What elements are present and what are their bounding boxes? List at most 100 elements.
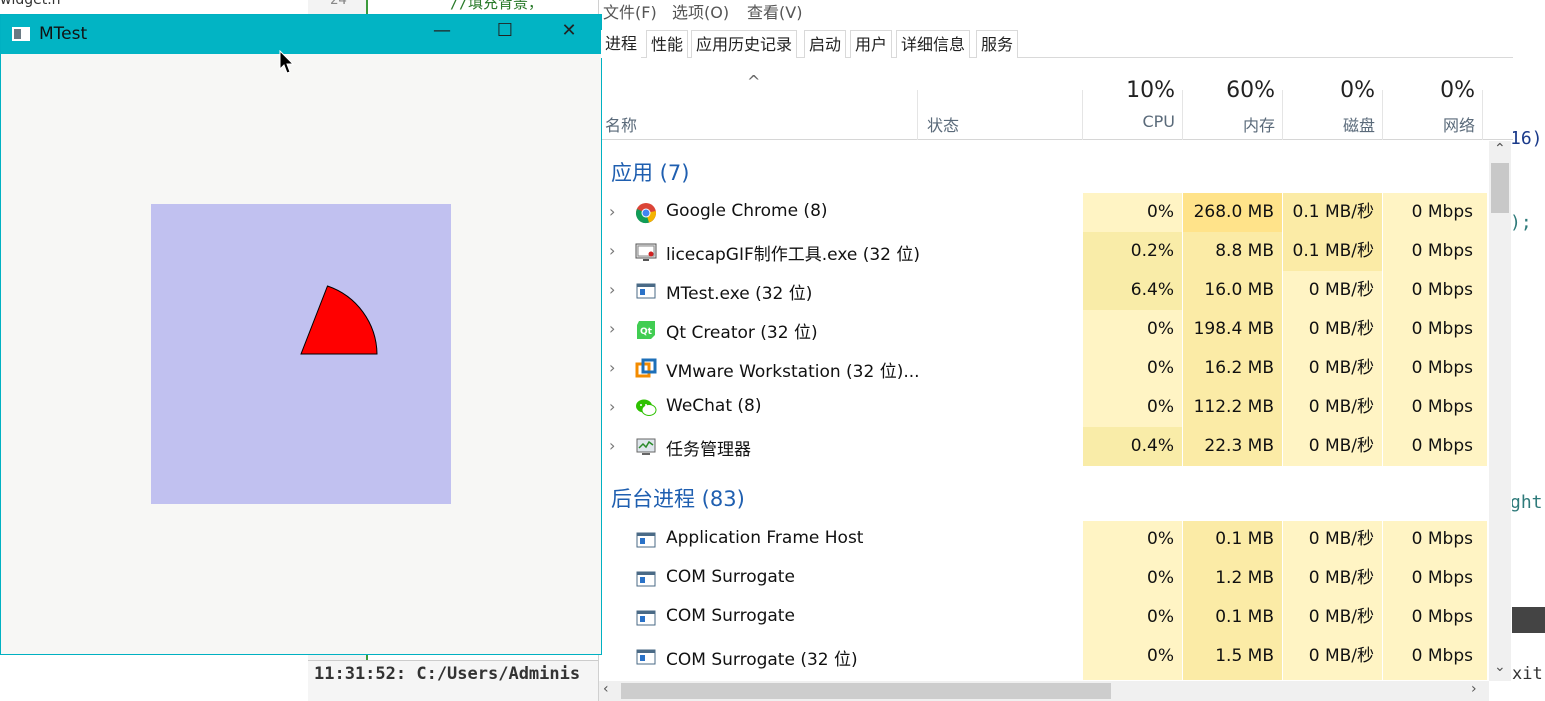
disk-value: 0 MB/秒 <box>1308 397 1374 417</box>
disk-value: 0 MB/秒 <box>1308 280 1374 300</box>
disk-value: 0 MB/秒 <box>1308 319 1374 339</box>
process-row[interactable]: Application Frame Host 0% 0.1 MB 0 MB/秒 0 Mb… <box>599 520 1489 559</box>
tab-services[interactable]: 服务 <box>976 30 1019 58</box>
cpu-value: 0% <box>1147 202 1174 222</box>
column-network[interactable]: 网络 <box>1383 112 1475 136</box>
process-name: COM Surrogate (32 位) <box>666 650 858 670</box>
column-cpu[interactable]: CPU <box>1083 112 1175 131</box>
scroll-down-icon[interactable]: ⌄ <box>1494 659 1506 675</box>
expand-chevron-icon[interactable]: › <box>609 202 615 221</box>
memory-percent: 60% <box>1226 78 1275 103</box>
expand-chevron-icon[interactable]: › <box>609 241 615 260</box>
app-window-icon <box>635 646 657 668</box>
editor-file-tab[interactable]: widget.h <box>0 0 61 8</box>
vertical-scrollbar[interactable]: ⌃ ⌄ <box>1489 141 1511 681</box>
sort-up-icon[interactable]: ^ <box>747 72 760 91</box>
canvas-drawing <box>300 285 378 355</box>
cpu-value: 0.2% <box>1130 241 1174 261</box>
tab-details[interactable]: 详细信息 <box>896 30 971 58</box>
vmware-icon <box>635 358 657 380</box>
horizontal-scrollbar[interactable]: ‹ › <box>599 681 1489 701</box>
tab-bar: 进程 性能 应用历史记录 启动 用户 详细信息 服务 <box>599 28 1513 58</box>
process-row[interactable]: › licecapGIF制作工具.exe (32 位) 0.2% 8.8 MB 0.1 … <box>599 232 1489 271</box>
expand-chevron-icon[interactable]: › <box>609 319 615 338</box>
drawing-canvas <box>151 204 451 504</box>
cpu-value: 0% <box>1147 319 1174 339</box>
process-row[interactable]: › Qt Qt Creator (32 位) 0% 198.4 MB 0 MB/秒 0 Mb… <box>599 310 1489 349</box>
group-background-title[interactable]: 后台进程 (83) <box>611 483 745 513</box>
task-manager-window: 文件(F) 选项(O) 查看(V) 进程 性能 应用历史记录 启动 用户 详细信… <box>598 0 1513 701</box>
memory-value: 8.8 MB <box>1215 241 1274 261</box>
chrome-icon <box>635 202 657 224</box>
memory-value: 22.3 MB <box>1204 436 1274 456</box>
expand-chevron-icon[interactable]: › <box>609 436 615 455</box>
memory-value: 112.2 MB <box>1193 397 1274 417</box>
process-name: Application Frame Host <box>666 528 864 548</box>
mtest-titlebar[interactable]: MTest — ☐ ✕ <box>1 15 601 54</box>
disk-value: 0 MB/秒 <box>1308 436 1374 456</box>
disk-value: 0 MB/秒 <box>1308 646 1374 666</box>
process-name: COM Surrogate <box>666 606 795 626</box>
process-row[interactable]: › Google Chrome (8) 0% 268.0 MB 0.1 MB/秒 0 Mb… <box>599 193 1489 232</box>
cpu-value: 0% <box>1147 646 1174 666</box>
column-name[interactable]: 名称 <box>605 112 637 136</box>
editor-scrollbar[interactable] <box>1512 607 1545 633</box>
disk-value: 0.1 MB/秒 <box>1292 202 1375 222</box>
tab-startup[interactable]: 启动 <box>804 30 847 58</box>
process-list: 应用 (7) › Google Chrome (8) 0% 268.0 MB 0.1 M… <box>599 141 1489 681</box>
pie-slice <box>300 285 378 355</box>
cpu-percent: 10% <box>1126 78 1175 103</box>
line-number: 24 <box>330 0 347 8</box>
tab-processes[interactable]: 进程 <box>601 30 642 58</box>
disk-value: 0.1 MB/秒 <box>1292 241 1375 261</box>
group-gap <box>1083 466 1487 521</box>
app-window-icon <box>635 568 657 590</box>
process-row[interactable]: › WeChat (8) 0% 112.2 MB 0 MB/秒 0 Mbps <box>599 388 1489 427</box>
process-row[interactable]: COM Surrogate 0% 0.1 MB 0 MB/秒 0 Mbps <box>599 598 1489 637</box>
network-value: 0 Mbps <box>1411 280 1473 300</box>
process-row[interactable]: › 任务管理器 0.4% 22.3 MB 0 MB/秒 0 Mbps <box>599 427 1489 466</box>
app-window-icon <box>635 529 657 551</box>
column-divider[interactable] <box>917 90 918 140</box>
expand-chevron-icon[interactable]: › <box>609 358 615 377</box>
column-divider[interactable] <box>1482 90 1483 140</box>
process-name: MTest.exe (32 位) <box>666 284 813 304</box>
expand-chevron-icon[interactable]: › <box>609 397 615 416</box>
column-memory[interactable]: 内存 <box>1183 112 1275 136</box>
task-manager-icon <box>635 436 657 458</box>
wechat-icon <box>635 397 657 419</box>
memory-value: 198.4 MB <box>1193 319 1274 339</box>
cpu-value: 0% <box>1147 358 1174 378</box>
scroll-left-icon[interactable]: ‹ <box>603 681 609 697</box>
scroll-up-icon[interactable]: ⌃ <box>1494 141 1506 157</box>
code-comment: //填充背景， <box>450 0 544 12</box>
close-button[interactable]: ✕ <box>554 20 584 41</box>
tab-app-history[interactable]: 应用历史记录 <box>691 30 798 58</box>
tab-performance[interactable]: 性能 <box>646 30 689 58</box>
expand-chevron-icon[interactable]: › <box>609 280 615 299</box>
network-value: 0 Mbps <box>1411 319 1473 339</box>
process-name: COM Surrogate <box>666 567 795 587</box>
network-value: 0 Mbps <box>1411 358 1473 378</box>
process-row[interactable]: COM Surrogate (32 位) 0% 1.5 MB 0 MB/秒 0 Mbps <box>599 637 1489 676</box>
process-row[interactable]: › VMware Workstation (32 位)... 0% 16.2 MB 0 … <box>599 349 1489 388</box>
column-status[interactable]: 状态 <box>927 112 959 136</box>
menu-file[interactable]: 文件(F) <box>603 0 657 23</box>
minimize-button[interactable]: — <box>427 20 457 41</box>
scroll-right-icon[interactable]: › <box>1471 681 1477 697</box>
column-disk[interactable]: 磁盘 <box>1283 112 1375 136</box>
vertical-scroll-thumb[interactable] <box>1491 163 1509 213</box>
menu-view[interactable]: 查看(V) <box>747 0 802 23</box>
horizontal-scroll-thumb[interactable] <box>621 683 1111 699</box>
memory-value: 0.1 MB <box>1215 607 1274 627</box>
network-value: 0 Mbps <box>1411 607 1473 627</box>
group-apps-title[interactable]: 应用 (7) <box>611 157 689 187</box>
tab-users[interactable]: 用户 <box>850 30 893 58</box>
code-fragment: 16) <box>1510 128 1543 149</box>
disk-percent: 0% <box>1340 78 1375 103</box>
menu-options[interactable]: 选项(O) <box>672 0 729 23</box>
memory-value: 1.5 MB <box>1215 646 1274 666</box>
process-row[interactable]: › MTest.exe (32 位) 6.4% 16.0 MB 0 MB/秒 0 Mbps <box>599 271 1489 310</box>
maximize-button[interactable]: ☐ <box>490 20 520 41</box>
process-row[interactable]: COM Surrogate 0% 1.2 MB 0 MB/秒 0 Mbps <box>599 559 1489 598</box>
